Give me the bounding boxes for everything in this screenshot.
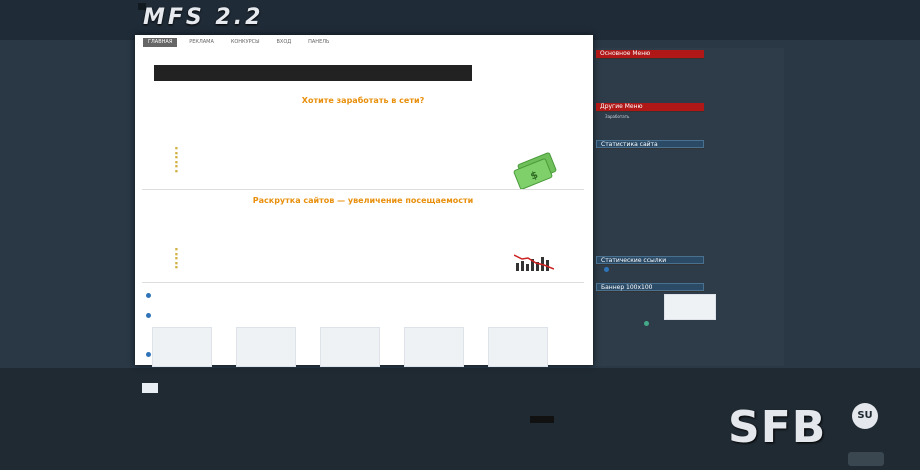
list-item — [175, 169, 180, 174]
banner-slot[interactable] — [236, 327, 296, 367]
list-item — [175, 247, 180, 252]
banner-100-row — [644, 320, 744, 326]
text-ads-row — [146, 312, 586, 318]
info-icon — [604, 266, 609, 272]
static-links-title: Статические ссылки — [596, 256, 704, 264]
info-icon — [146, 351, 151, 357]
list-item — [175, 146, 180, 151]
stats-title: Статистика сайта — [596, 140, 704, 148]
sfb-logo[interactable]: SFB — [728, 402, 826, 453]
banner-100-slot[interactable] — [664, 294, 716, 320]
main-nav: ГЛАВНАЯ РЕКЛАМА КОНКУРСЫ ВХОД ПАНЕЛЬ — [143, 38, 339, 48]
stats-footer — [604, 250, 774, 255]
search-input[interactable] — [598, 37, 764, 45]
banner-rotator-row — [146, 79, 580, 85]
tab-home[interactable]: ГЛАВНАЯ — [143, 38, 178, 47]
banner-slot[interactable] — [404, 327, 464, 367]
divider — [142, 189, 584, 190]
banner-slot[interactable] — [320, 327, 380, 367]
paid-ads-row — [146, 292, 586, 298]
tab-ads[interactable]: РЕКЛАМА — [184, 38, 219, 47]
tab-login[interactable]: ВХОД — [272, 38, 297, 47]
growth-chart-icon — [514, 254, 554, 271]
list-item — [175, 164, 180, 169]
list-item — [175, 155, 180, 160]
banner-slot[interactable] — [152, 327, 212, 367]
heading-promotion: Раскрутка сайтов — увеличение посещаемос… — [252, 196, 474, 205]
banner-slot[interactable] — [488, 327, 548, 367]
tab-contests[interactable]: КОНКУРСЫ — [226, 38, 265, 47]
list-item — [175, 265, 180, 270]
banner-rotator — [152, 327, 572, 369]
main-menu-title: Основное Меню — [596, 50, 704, 58]
top-banner-label — [154, 65, 472, 67]
sidebar-item-earn[interactable]: Заработать — [605, 114, 765, 120]
list-item — [175, 256, 180, 261]
info-icon — [146, 292, 151, 298]
partner-logo[interactable] — [848, 452, 884, 466]
heading-earn: Хотите заработать в сети? — [301, 96, 425, 105]
admins-online — [604, 243, 774, 248]
rotator-bottom-row — [146, 351, 586, 357]
banner-100-title: Баннер 100x100 — [596, 283, 704, 291]
static-links-row — [604, 266, 774, 272]
tab-panel[interactable]: ПАНЕЛЬ — [303, 38, 334, 47]
promotion-list — [175, 247, 180, 270]
site-logo[interactable]: MFS 2.2 — [143, 5, 263, 30]
plus-icon — [644, 320, 649, 326]
info-icon — [146, 312, 151, 318]
calendar-icon — [142, 383, 158, 393]
sfb-su-badge: SU — [852, 403, 878, 429]
divider — [142, 282, 584, 283]
money-icon: $ — [513, 152, 557, 190]
stat-row — [604, 237, 774, 242]
other-menu-title: Другие Меню — [596, 103, 704, 111]
visitor-counter — [530, 416, 554, 423]
earn-benefits-list — [175, 146, 180, 173]
